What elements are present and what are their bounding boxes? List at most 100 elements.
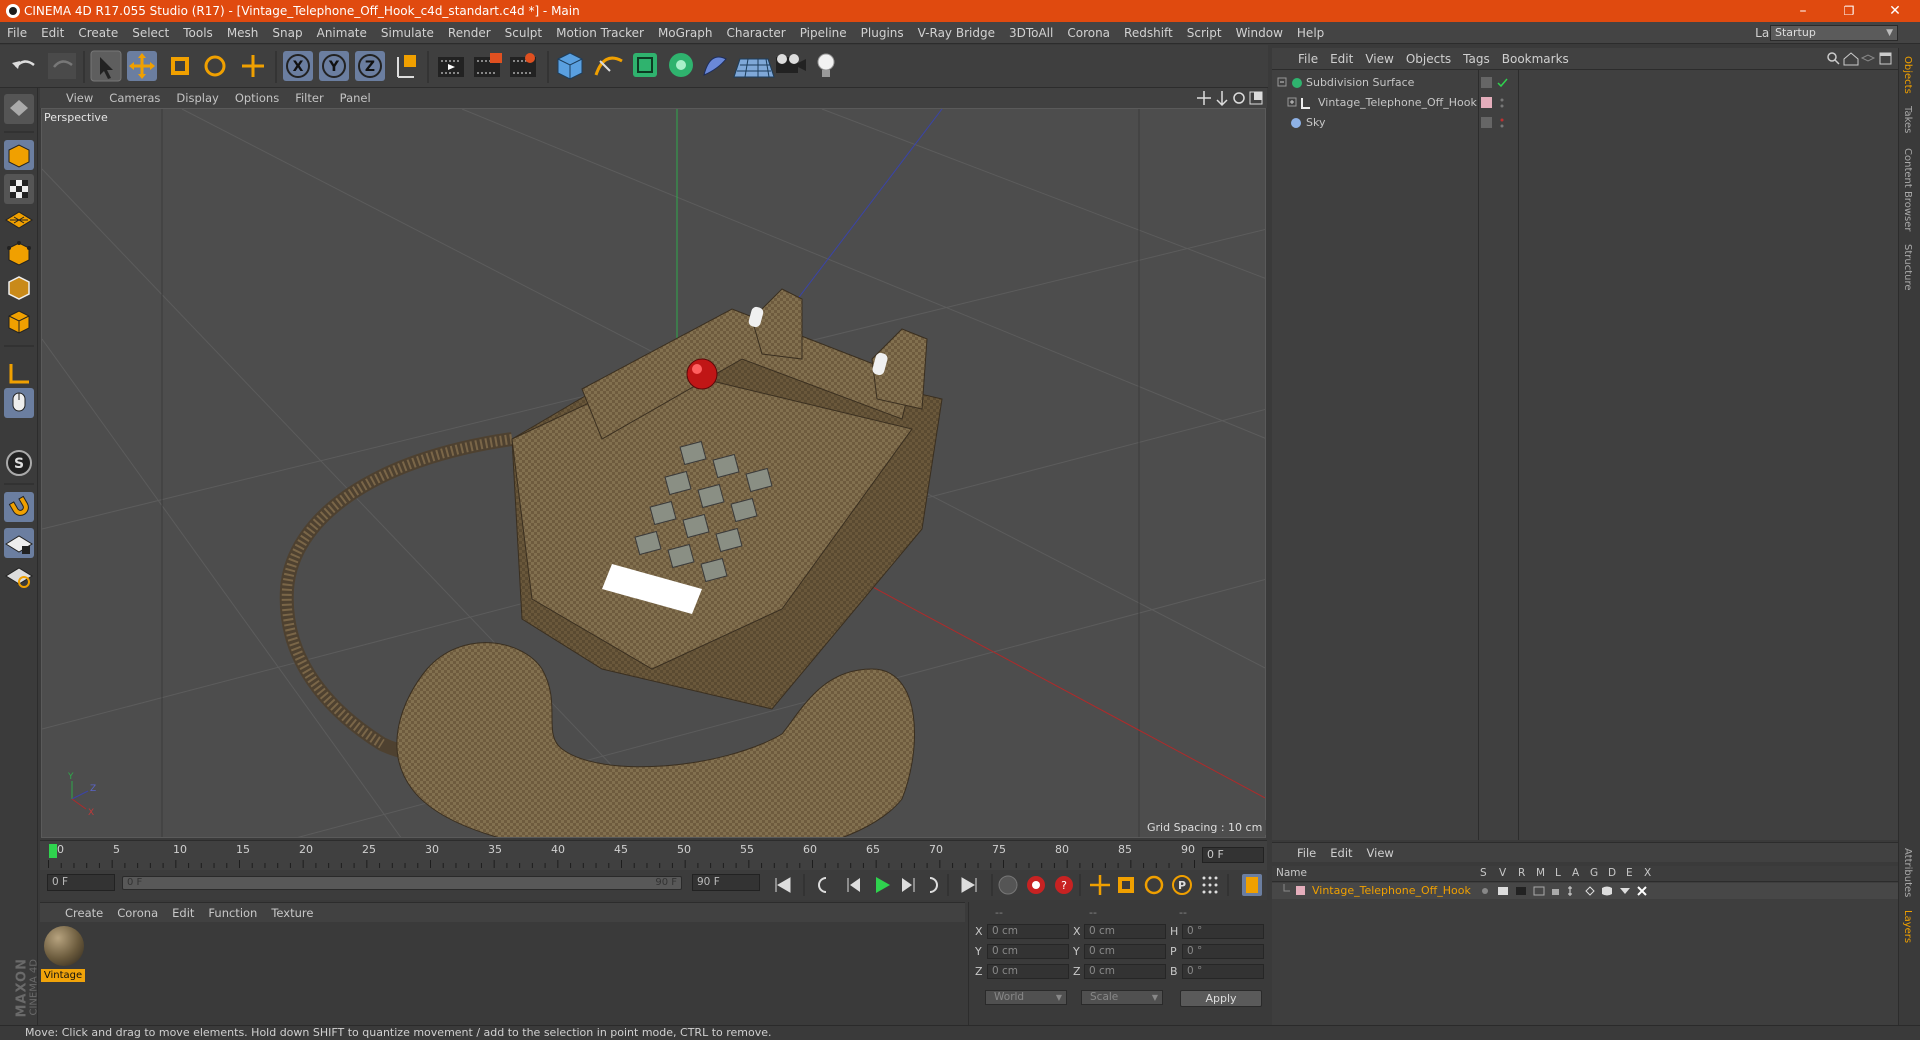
expression-flag-icon[interactable] xyxy=(1620,888,1630,894)
menu-select[interactable]: Select xyxy=(125,22,176,44)
rotation-p-field[interactable]: 0 ° xyxy=(1182,944,1264,959)
close-button[interactable]: ✕ xyxy=(1872,0,1918,22)
tab-structure[interactable]: Structure xyxy=(1902,244,1913,291)
material-menu-edit[interactable]: Edit xyxy=(165,903,201,923)
deformer-icon[interactable] xyxy=(703,56,727,76)
light-icon[interactable] xyxy=(817,53,835,77)
solo-flag-icon[interactable] xyxy=(1482,888,1488,894)
subdivision-surface-icon[interactable] xyxy=(633,53,657,77)
object-menu-bookmarks[interactable]: Bookmarks xyxy=(1496,48,1575,70)
auto-keying-icon[interactable]: ? xyxy=(1055,876,1073,894)
toggle-view-icon[interactable] xyxy=(1249,91,1263,105)
layer-color-swatch[interactable] xyxy=(1296,886,1305,895)
lock-flag-icon[interactable] xyxy=(1552,889,1559,895)
end-frame-field[interactable]: 90 F xyxy=(692,874,760,891)
redo-icon[interactable] xyxy=(48,53,76,79)
size-y-field[interactable]: 0 cm xyxy=(1084,944,1166,959)
tab-attributes[interactable]: Attributes xyxy=(1902,848,1913,897)
solo-mode-icon[interactable]: S xyxy=(6,450,32,476)
record-active-icon[interactable] xyxy=(1027,876,1045,894)
menu-file[interactable]: File xyxy=(0,22,34,44)
model-mode-icon[interactable] xyxy=(4,140,34,170)
object-row-sky[interactable]: Sky xyxy=(1272,113,1898,133)
size-z-field[interactable]: 0 cm xyxy=(1084,964,1166,979)
rotation-h-field[interactable]: 0 ° xyxy=(1182,924,1264,939)
scale-tool-icon[interactable] xyxy=(171,57,189,75)
layer-row[interactable]: Vintage_Telephone_Off_Hook xyxy=(1272,883,1898,899)
menu-simulate[interactable]: Simulate xyxy=(374,22,441,44)
play-icon[interactable] xyxy=(876,877,890,893)
editor-visibility-dot[interactable] xyxy=(1500,118,1504,122)
checkmark-icon[interactable] xyxy=(1497,78,1508,88)
x-axis-lock-icon[interactable]: X xyxy=(283,51,313,81)
material-menu-texture[interactable]: Texture xyxy=(264,903,320,923)
zoom-view-icon[interactable] xyxy=(1216,91,1228,107)
next-frame-icon[interactable] xyxy=(902,878,915,892)
maximize-button[interactable]: ❐ xyxy=(1826,0,1872,22)
object-menu-edit[interactable]: Edit xyxy=(1324,48,1359,70)
generator-flag-icon[interactable] xyxy=(1585,886,1595,896)
object-menu-view[interactable]: View xyxy=(1359,48,1399,70)
record-off-icon[interactable] xyxy=(998,875,1018,895)
minimize-button[interactable]: – xyxy=(1780,0,1826,22)
viewport-menu-panel[interactable]: Panel xyxy=(332,88,379,108)
position-x-field[interactable]: 0 cm xyxy=(987,924,1069,939)
menu-pipeline[interactable]: Pipeline xyxy=(793,22,854,44)
viewport-menu-options[interactable]: Options xyxy=(227,88,287,108)
xref-flag-icon[interactable] xyxy=(1637,886,1647,896)
cube-primitive-icon[interactable] xyxy=(557,52,583,80)
make-editable-icon[interactable] xyxy=(4,94,34,124)
menu-sculpt[interactable]: Sculpt xyxy=(498,22,549,44)
layer-color-swatch[interactable] xyxy=(1481,117,1492,128)
current-frame-field[interactable]: 0 F xyxy=(1202,847,1264,863)
menu-vray-bridge[interactable]: V-Ray Bridge xyxy=(911,22,1002,44)
layout-dropdown[interactable]: Startup ▼ xyxy=(1770,25,1898,41)
menu-help[interactable]: Help xyxy=(1290,22,1331,44)
polygons-mode-icon[interactable] xyxy=(8,310,30,334)
material-preview-ball[interactable] xyxy=(44,926,84,966)
coordinate-mode-dropdown[interactable]: Scale ▼ xyxy=(1081,990,1163,1005)
key-rotation-icon[interactable] xyxy=(1144,875,1164,895)
object-row-telephone[interactable]: Vintage_Telephone_Off_Hook xyxy=(1272,93,1898,113)
material-menu-corona[interactable]: Corona xyxy=(110,903,165,923)
viewport-menu-filter[interactable]: Filter xyxy=(287,88,331,108)
size-x-field[interactable]: 0 cm xyxy=(1084,924,1166,939)
move-tool-icon[interactable] xyxy=(127,51,157,81)
viewport-scene[interactable]: Y Z X xyxy=(42,109,1266,838)
tweak-mode-icon[interactable] xyxy=(4,388,34,418)
menu-character[interactable]: Character xyxy=(719,22,792,44)
new-window-icon[interactable] xyxy=(1879,52,1892,65)
y-axis-lock-icon[interactable]: Y xyxy=(319,51,349,81)
rotation-b-field[interactable]: 0 ° xyxy=(1182,964,1264,979)
key-parameter-icon[interactable]: P xyxy=(1172,875,1192,895)
edges-mode-icon[interactable] xyxy=(8,276,30,300)
menu-edit[interactable]: Edit xyxy=(34,22,71,44)
position-z-field[interactable]: 0 cm xyxy=(987,964,1069,979)
3d-viewport[interactable]: Y Z X xyxy=(41,108,1266,838)
points-mode-icon[interactable] xyxy=(7,241,31,266)
workplane-lock-icon[interactable] xyxy=(4,528,34,558)
frame-range-slider[interactable]: 0 F 90 F xyxy=(122,876,682,890)
apply-button[interactable]: Apply xyxy=(1180,990,1262,1007)
menu-motion-tracker[interactable]: Motion Tracker xyxy=(549,22,651,44)
home-icon[interactable] xyxy=(1843,52,1859,66)
menu-tools[interactable]: Tools xyxy=(176,22,220,44)
viewport-menu-view[interactable]: View xyxy=(58,88,101,108)
pan-view-icon[interactable] xyxy=(1197,91,1211,105)
texture-mode-icon[interactable] xyxy=(4,174,34,204)
planar-workplane-icon[interactable] xyxy=(5,567,33,588)
spline-pen-icon[interactable] xyxy=(594,56,623,76)
key-position-icon[interactable] xyxy=(1090,875,1110,895)
tab-takes[interactable]: Takes xyxy=(1902,106,1913,133)
viewport-menu-cameras[interactable]: Cameras xyxy=(101,88,168,108)
camera-icon[interactable] xyxy=(776,54,806,73)
go-to-start-icon[interactable] xyxy=(775,877,791,893)
previous-frame-icon[interactable] xyxy=(847,878,860,892)
transform-tool-icon[interactable] xyxy=(242,55,264,77)
material-menu-function[interactable]: Function xyxy=(201,903,264,923)
tab-content-browser[interactable]: Content Browser xyxy=(1902,148,1913,231)
layer-color-swatch[interactable] xyxy=(1481,77,1492,88)
tab-layers[interactable]: Layers xyxy=(1902,910,1913,943)
snap-magnet-icon[interactable] xyxy=(4,492,34,522)
start-frame-field[interactable]: 0 F xyxy=(47,874,115,891)
